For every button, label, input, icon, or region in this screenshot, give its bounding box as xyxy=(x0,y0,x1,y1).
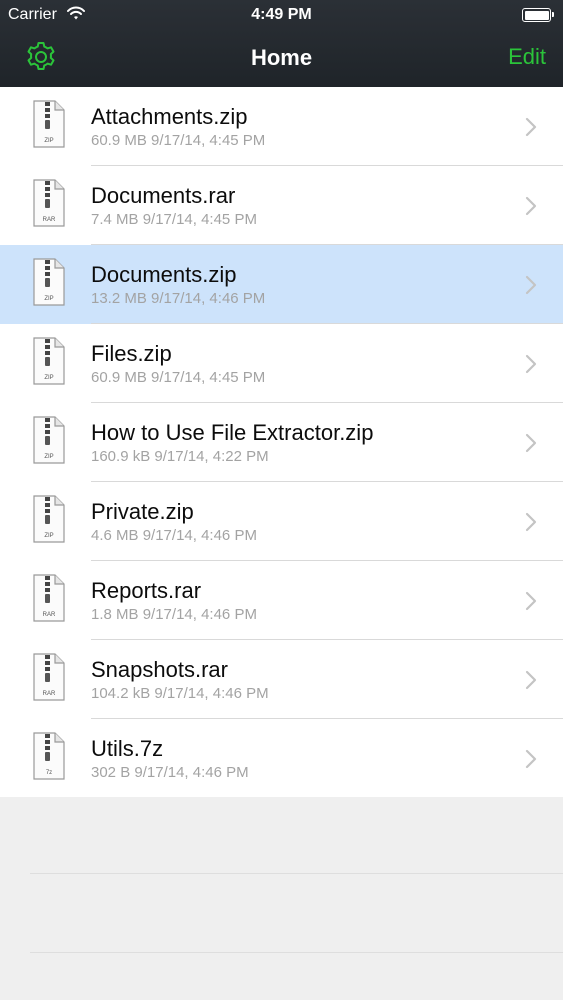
settings-gear-icon[interactable] xyxy=(24,40,58,74)
file-size: 13.2 MB xyxy=(91,290,147,307)
file-date: 9/17/14, 4:46 PM xyxy=(134,764,249,781)
empty-list-area xyxy=(0,797,563,1000)
file-date: 9/17/14, 4:46 PM xyxy=(142,527,257,544)
archive-file-icon: ZIP xyxy=(33,337,65,385)
file-size: 302 B xyxy=(91,764,131,781)
file-type-label: ZIP xyxy=(44,296,53,302)
file-row[interactable]: ZIP Private.zip 4.6 MB 9/17/14, 4:46 PM xyxy=(0,482,563,561)
status-bar: Carrier 4:49 PM xyxy=(0,0,563,30)
chevron-right-icon xyxy=(525,591,537,611)
file-meta: 4.6 MB 9/17/14, 4:46 PM xyxy=(91,527,257,544)
empty-row-divider xyxy=(30,952,563,953)
file-name: Documents.rar xyxy=(91,183,236,208)
archive-file-icon: ZIP xyxy=(33,495,65,543)
file-meta: 13.2 MB 9/17/14, 4:46 PM xyxy=(91,290,265,307)
file-meta: 104.2 kB 9/17/14, 4:46 PM xyxy=(91,685,269,702)
edit-button[interactable]: Edit xyxy=(508,44,546,70)
archive-file-icon: RAR xyxy=(33,653,65,701)
chevron-right-icon xyxy=(525,354,537,374)
file-row[interactable]: 7z Utils.7z 302 B 9/17/14, 4:46 PM xyxy=(0,719,563,798)
archive-file-icon: RAR xyxy=(33,179,65,227)
file-type-label: RAR xyxy=(43,691,56,697)
file-date: 9/17/14, 4:46 PM xyxy=(154,685,269,702)
file-type-label: 7z xyxy=(46,770,52,776)
file-name: Snapshots.rar xyxy=(91,657,228,682)
file-date: 9/17/14, 4:45 PM xyxy=(151,369,266,386)
file-date: 9/17/14, 4:45 PM xyxy=(142,211,257,228)
file-date: 9/17/14, 4:46 PM xyxy=(142,606,257,623)
file-size: 60.9 MB xyxy=(91,132,147,149)
file-type-label: RAR xyxy=(43,217,56,223)
chevron-right-icon xyxy=(525,196,537,216)
archive-file-icon: ZIP xyxy=(33,258,65,306)
file-list: ZIP Attachments.zip 60.9 MB 9/17/14, 4:4… xyxy=(0,87,563,798)
file-row[interactable]: ZIP Files.zip 60.9 MB 9/17/14, 4:45 PM xyxy=(0,324,563,403)
file-row[interactable]: RAR Documents.rar 7.4 MB 9/17/14, 4:45 P… xyxy=(0,166,563,245)
file-size: 160.9 kB xyxy=(91,448,151,465)
file-name: Utils.7z xyxy=(91,736,164,761)
file-size: 4.6 MB xyxy=(91,527,139,544)
file-row[interactable]: RAR Snapshots.rar 104.2 kB 9/17/14, 4:46… xyxy=(0,640,563,719)
file-size: 104.2 kB xyxy=(91,685,151,702)
file-meta: 1.8 MB 9/17/14, 4:46 PM xyxy=(91,606,257,623)
chevron-right-icon xyxy=(525,433,537,453)
archive-file-icon: 7z xyxy=(33,732,65,780)
file-date: 9/17/14, 4:46 PM xyxy=(151,290,266,307)
chevron-right-icon xyxy=(525,749,537,769)
archive-file-icon: ZIP xyxy=(33,416,65,464)
file-row[interactable]: ZIP Documents.zip 13.2 MB 9/17/14, 4:46 … xyxy=(0,245,563,324)
empty-row-divider xyxy=(30,873,563,874)
file-type-label: RAR xyxy=(43,612,56,618)
file-name: Attachments.zip xyxy=(91,104,248,129)
file-meta: 7.4 MB 9/17/14, 4:45 PM xyxy=(91,211,257,228)
file-type-label: ZIP xyxy=(44,375,53,381)
file-meta: 160.9 kB 9/17/14, 4:22 PM xyxy=(91,448,269,465)
navigation-header: Carrier 4:49 PM Home Edit xyxy=(0,0,563,87)
chevron-right-icon xyxy=(525,117,537,137)
file-type-label: ZIP xyxy=(44,454,53,460)
chevron-right-icon xyxy=(525,512,537,532)
file-size: 60.9 MB xyxy=(91,369,147,386)
file-date: 9/17/14, 4:45 PM xyxy=(151,132,266,149)
file-size: 7.4 MB xyxy=(91,211,139,228)
file-date: 9/17/14, 4:22 PM xyxy=(154,448,269,465)
status-time: 4:49 PM xyxy=(251,6,312,23)
file-name: Documents.zip xyxy=(91,262,237,287)
file-name: How to Use File Extractor.zip xyxy=(91,420,374,445)
file-meta: 60.9 MB 9/17/14, 4:45 PM xyxy=(91,369,265,386)
archive-file-icon: RAR xyxy=(33,574,65,622)
file-type-label: ZIP xyxy=(44,533,53,539)
file-row[interactable]: ZIP How to Use File Extractor.zip 160.9 … xyxy=(0,403,563,482)
file-type-label: ZIP xyxy=(44,138,53,144)
file-name: Private.zip xyxy=(91,499,194,524)
chevron-right-icon xyxy=(525,275,537,295)
file-size: 1.8 MB xyxy=(91,606,139,623)
page-title: Home xyxy=(250,45,313,70)
file-name: Reports.rar xyxy=(91,578,202,603)
file-row[interactable]: ZIP Attachments.zip 60.9 MB 9/17/14, 4:4… xyxy=(0,87,563,166)
file-meta: 60.9 MB 9/17/14, 4:45 PM xyxy=(91,132,265,149)
battery-icon xyxy=(522,8,554,22)
file-row[interactable]: RAR Reports.rar 1.8 MB 9/17/14, 4:46 PM xyxy=(0,561,563,640)
file-meta: 302 B 9/17/14, 4:46 PM xyxy=(91,764,249,781)
archive-file-icon: ZIP xyxy=(33,100,65,148)
file-name: Files.zip xyxy=(91,341,172,366)
chevron-right-icon xyxy=(525,670,537,690)
